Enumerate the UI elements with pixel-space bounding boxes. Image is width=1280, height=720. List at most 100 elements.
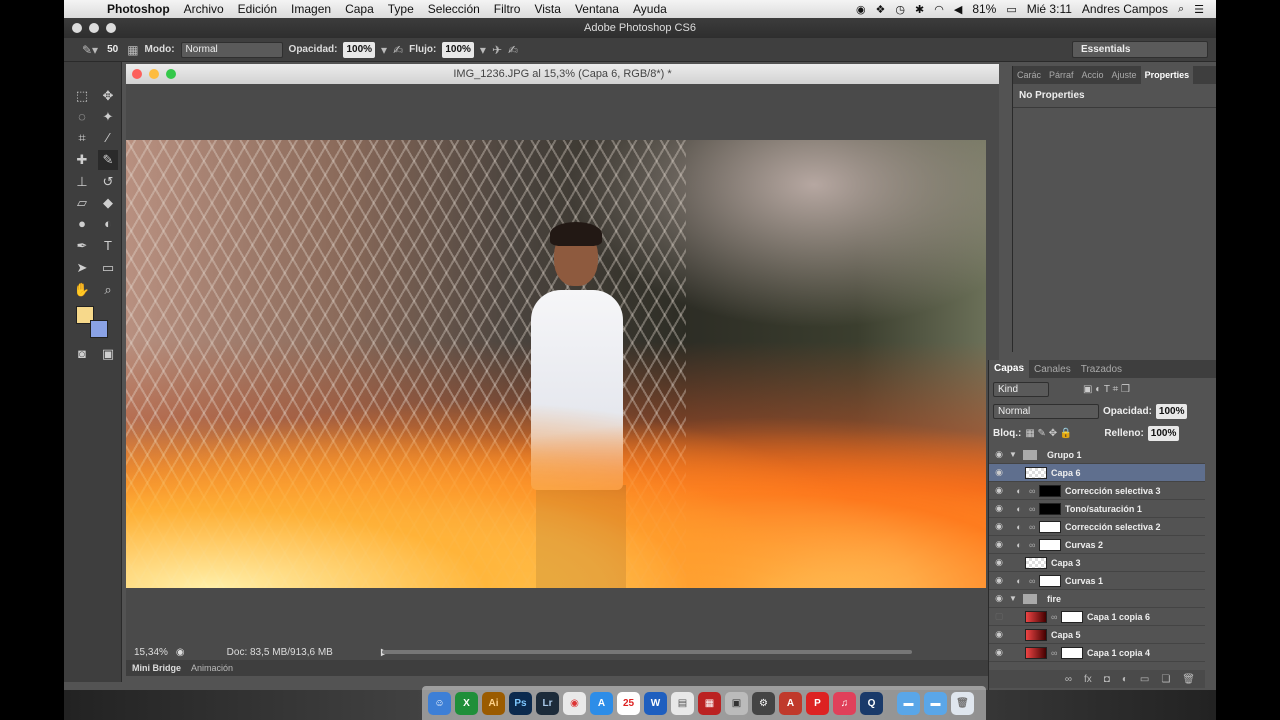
tab-canales[interactable]: Canales (1029, 364, 1076, 375)
path-selection-tool-icon[interactable]: ➤ (72, 258, 92, 278)
layer-row[interactable]: ◉ Capa 3 (989, 554, 1205, 572)
image-capture-icon[interactable]: ▣ (725, 691, 748, 715)
opacity-input[interactable]: 100% (343, 41, 376, 58)
trash-icon[interactable]: 🗑 (951, 691, 974, 715)
rectangle-tool-icon[interactable]: ▭ (98, 258, 118, 278)
link-icon[interactable]: ∞ (1029, 504, 1039, 514)
wifi-icon[interactable]: ◠ (934, 3, 944, 16)
visibility-off-box[interactable]: ▢ (989, 611, 1009, 622)
link-icon[interactable]: ∞ (1051, 612, 1061, 622)
minimize-window-button[interactable] (89, 23, 99, 33)
layer-row[interactable]: ◉ ▼ Grupo 1 (989, 446, 1205, 464)
document-zoom-button[interactable] (166, 69, 176, 79)
layer-blend-select[interactable]: Normal (993, 403, 1099, 419)
image-canvas[interactable] (126, 140, 986, 588)
history-brush-tool-icon[interactable]: ↺ (98, 172, 118, 192)
battery-icon[interactable]: ▭ (1006, 3, 1016, 16)
zoom-tool-icon[interactable]: ⌕ (98, 280, 118, 300)
layer-row[interactable]: ◉ ◐ ∞ Curvas 2 (989, 536, 1205, 554)
tab-mini-bridge[interactable]: Mini Bridge (132, 663, 181, 673)
visibility-eye-icon[interactable]: ◉ (989, 647, 1009, 658)
link-icon[interactable]: ∞ (1051, 648, 1061, 658)
user-name[interactable]: Andres Campos (1082, 2, 1168, 16)
layer-row[interactable]: ◉ ◐ ∞ Corrección selectiva 3 (989, 482, 1205, 500)
new-group-icon[interactable]: ▭ (1140, 674, 1149, 685)
link-icon[interactable]: ∞ (1029, 576, 1039, 586)
marquee-tool-icon[interactable]: ⬚ (72, 86, 92, 106)
visibility-eye-icon[interactable]: ◉ (989, 485, 1009, 496)
document-minimize-button[interactable] (149, 69, 159, 79)
volume-icon[interactable]: ◀ (954, 3, 962, 16)
dropbox-icon[interactable]: ❖ (876, 3, 886, 16)
bluetooth-icon[interactable]: ✱ (915, 3, 924, 16)
close-window-button[interactable] (72, 23, 82, 33)
layer-row[interactable]: ◉ Capa 6 (989, 464, 1205, 482)
clock[interactable]: Mié 3:11 (1027, 2, 1072, 16)
visibility-eye-icon[interactable]: ◉ (989, 575, 1009, 586)
applications-folder-icon[interactable]: ▬ (897, 691, 920, 715)
brush-preset-icon[interactable]: ✎▾ (82, 43, 98, 57)
move-tool-icon[interactable]: ✥ (98, 86, 118, 106)
zoom-level[interactable]: 15,34% (134, 647, 168, 658)
brush-size[interactable]: 50 (104, 41, 122, 58)
layer-style-icon[interactable]: fx (1084, 674, 1092, 685)
quick-mask-icon[interactable]: ◙ (72, 344, 92, 364)
menu-ayuda[interactable]: Ayuda (626, 2, 674, 16)
menu-archivo[interactable]: Archivo (177, 2, 231, 16)
crop-tool-icon[interactable]: ⌗ (72, 128, 92, 148)
menu-edicion[interactable]: Edición (231, 2, 284, 16)
fill-input[interactable]: 100% (1147, 425, 1180, 441)
menu-vista[interactable]: Vista (527, 2, 567, 16)
clone-stamp-tool-icon[interactable]: ⊥ (72, 172, 92, 192)
pen-tool-icon[interactable]: ✒ (72, 236, 92, 256)
finder-icon[interactable]: ☺ (428, 691, 451, 715)
new-adjustment-icon[interactable]: ◐ (1122, 674, 1128, 685)
visibility-eye-icon[interactable]: ◉ (989, 503, 1009, 514)
menu-capa[interactable]: Capa (338, 2, 381, 16)
healing-brush-tool-icon[interactable]: ✚ (72, 150, 92, 170)
lock-icons[interactable]: ▦ ✎ ✥ 🔒 (1025, 428, 1072, 439)
layer-row[interactable]: ◉ ◐ ∞ Corrección selectiva 2 (989, 518, 1205, 536)
acrobat-icon[interactable]: A (779, 691, 802, 715)
dodge-tool-icon[interactable]: ◐ (98, 214, 118, 234)
layer-row[interactable]: ◉ ◐ ∞ Tono/saturación 1 (989, 500, 1205, 518)
menu-seleccion[interactable]: Selección (421, 2, 487, 16)
tab-caracter[interactable]: Carác (1013, 70, 1045, 80)
visibility-eye-icon[interactable]: ◉ (989, 539, 1009, 550)
photoshop-icon[interactable]: Ps (509, 691, 532, 715)
new-layer-icon[interactable]: ❏ (1161, 674, 1170, 685)
visibility-eye-icon[interactable]: ◉ (989, 629, 1009, 640)
screen-mode-icon[interactable]: ▣ (98, 344, 118, 364)
hand-tool-icon[interactable]: ✋ (72, 280, 92, 300)
link-icon[interactable]: ∞ (1029, 486, 1039, 496)
horizontal-scrollbar[interactable] (382, 650, 912, 654)
tab-trazados[interactable]: Trazados (1076, 364, 1127, 375)
link-layers-icon[interactable]: ∞ (1065, 674, 1072, 685)
link-icon[interactable]: ∞ (1029, 522, 1039, 532)
time-machine-icon[interactable]: ◷ (895, 3, 905, 16)
itunes-icon[interactable]: ♫ (833, 691, 856, 715)
chrome-icon[interactable]: ◉ (563, 691, 586, 715)
add-mask-icon[interactable]: ◘ (1104, 674, 1110, 685)
status-info-icon[interactable]: ◉ (176, 647, 185, 658)
illustrator-icon[interactable]: Ai (482, 691, 505, 715)
menu-filtro[interactable]: Filtro (487, 2, 528, 16)
photo-booth-icon[interactable]: ▦ (698, 691, 721, 715)
group-expand-icon[interactable]: ▼ (1009, 594, 1023, 603)
visibility-eye-icon[interactable]: ◉ (989, 521, 1009, 532)
calendar-icon[interactable]: 25 (617, 691, 640, 715)
lightroom-icon[interactable]: Lr (536, 691, 559, 715)
tab-ajustes[interactable]: Ajuste (1108, 70, 1141, 80)
layer-filter-select[interactable]: Kind (993, 381, 1049, 397)
layer-row[interactable]: ◉ ◐ ∞ Curvas 1 (989, 572, 1205, 590)
layer-row[interactable]: ◉ Capa 5 (989, 626, 1205, 644)
tab-acciones[interactable]: Accio (1078, 70, 1108, 80)
visibility-eye-icon[interactable]: ◉ (989, 467, 1009, 478)
airbrush-icon[interactable]: ✈ (492, 43, 502, 57)
workspace-select[interactable]: Essentials (1072, 41, 1208, 58)
downloads-folder-icon[interactable]: ▬ (924, 691, 947, 715)
blur-tool-icon[interactable]: ● (72, 214, 92, 234)
type-tool-icon[interactable]: T (98, 236, 118, 256)
system-preferences-icon[interactable]: ⚙ (752, 691, 775, 715)
powerpoint-icon[interactable]: P (806, 691, 829, 715)
